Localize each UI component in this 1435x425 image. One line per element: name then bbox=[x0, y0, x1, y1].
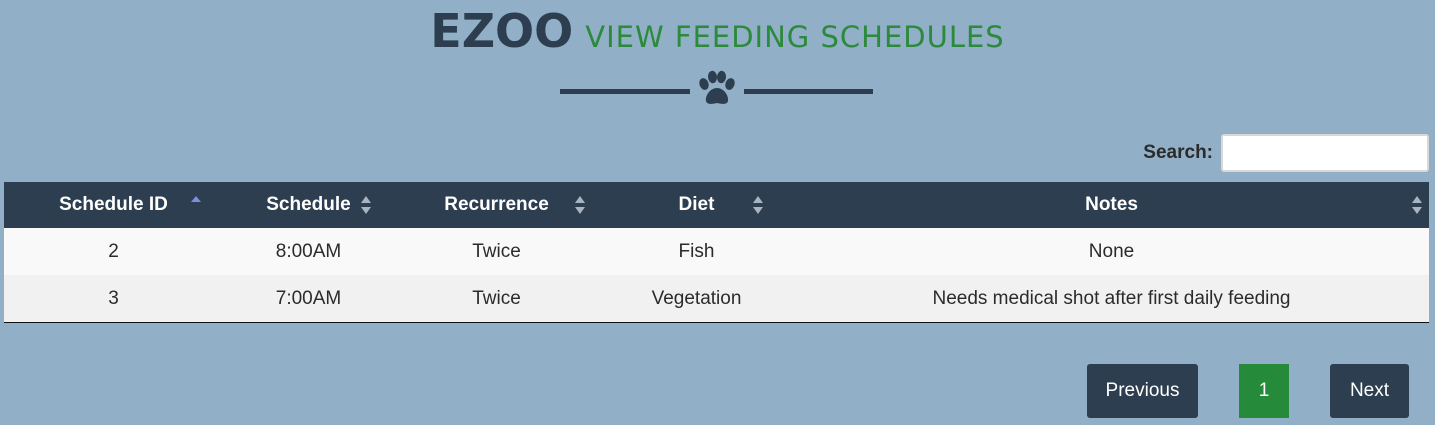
next-button[interactable]: Next bbox=[1330, 364, 1409, 418]
cell-schedule-id: 3 bbox=[4, 275, 223, 323]
column-header-schedule-id[interactable]: Schedule ID bbox=[4, 182, 223, 228]
table-row: 3 7:00AM Twice Vegetation Needs medical … bbox=[4, 275, 1429, 323]
column-header-label: Notes bbox=[1085, 194, 1138, 215]
column-header-label: Recurrence bbox=[444, 194, 549, 215]
brand-title: EZOO bbox=[430, 4, 574, 58]
title-divider bbox=[0, 70, 1435, 110]
column-header-notes[interactable]: Notes bbox=[794, 182, 1429, 228]
divider-line-right bbox=[744, 89, 873, 94]
sort-both-icon bbox=[575, 196, 585, 214]
cell-recurrence: Twice bbox=[394, 228, 599, 275]
page-button-current[interactable]: 1 bbox=[1239, 364, 1289, 418]
table-header-row: Schedule ID Schedule Recurrence Diet Not… bbox=[4, 182, 1429, 228]
previous-button[interactable]: Previous bbox=[1087, 364, 1198, 418]
divider-line-left bbox=[560, 89, 690, 94]
column-header-label: Diet bbox=[678, 194, 715, 215]
pagination: Previous 1 Next bbox=[0, 364, 1435, 418]
feeding-schedule-table: Schedule ID Schedule Recurrence Diet Not… bbox=[4, 182, 1429, 323]
sort-both-icon bbox=[753, 196, 763, 214]
sort-both-icon bbox=[361, 196, 371, 214]
cell-schedule: 7:00AM bbox=[223, 275, 394, 323]
column-header-recurrence[interactable]: Recurrence bbox=[394, 182, 599, 228]
search-input[interactable] bbox=[1221, 134, 1429, 172]
column-header-label: Schedule ID bbox=[59, 194, 168, 215]
cell-diet: Fish bbox=[599, 228, 794, 275]
cell-notes: Needs medical shot after first daily fee… bbox=[794, 275, 1429, 323]
column-header-schedule[interactable]: Schedule bbox=[223, 182, 394, 228]
column-header-diet[interactable]: Diet bbox=[599, 182, 794, 228]
cell-notes: None bbox=[794, 228, 1429, 275]
page-subtitle: VIEW FEEDING SCHEDULES bbox=[585, 20, 1005, 54]
cell-schedule-id: 2 bbox=[4, 228, 223, 275]
sort-asc-icon bbox=[191, 196, 201, 202]
paw-icon bbox=[699, 70, 735, 104]
sort-both-icon bbox=[1412, 196, 1422, 214]
cell-diet: Vegetation bbox=[599, 275, 794, 323]
cell-recurrence: Twice bbox=[394, 275, 599, 323]
cell-schedule: 8:00AM bbox=[223, 228, 394, 275]
search-area: Search: bbox=[1143, 132, 1429, 174]
table-row: 2 8:00AM Twice Fish None bbox=[4, 228, 1429, 275]
title-row: EZOO VIEW FEEDING SCHEDULES bbox=[0, 4, 1435, 58]
search-label: Search: bbox=[1143, 142, 1213, 163]
column-header-label: Schedule bbox=[266, 194, 351, 215]
